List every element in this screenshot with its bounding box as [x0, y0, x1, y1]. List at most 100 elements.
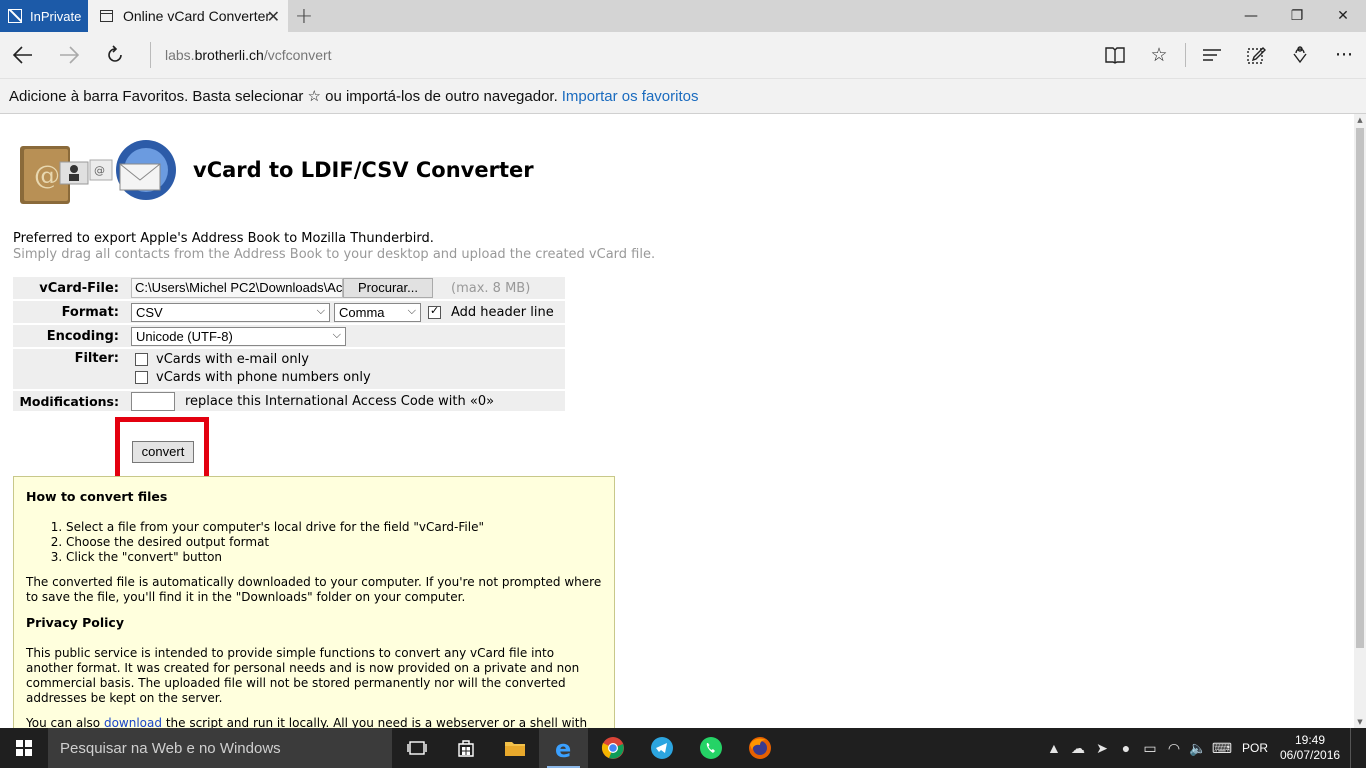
scroll-down-icon[interactable]: ▼ — [1354, 716, 1366, 728]
access-code-input[interactable] — [131, 391, 175, 411]
volume-muted-icon[interactable]: 🔈 — [1186, 740, 1210, 757]
hub-icon[interactable] — [1190, 32, 1234, 78]
app-tray-icon[interactable]: ● — [1114, 740, 1138, 756]
whatsapp-icon[interactable] — [686, 728, 735, 768]
delimiter-select[interactable]: Comma ⌵ — [334, 302, 421, 322]
format-select[interactable]: CSV ⌵ — [131, 302, 330, 322]
format-label: Format: — [61, 304, 119, 320]
svg-text:e: e — [555, 736, 571, 760]
howto-step: Choose the desired output format — [66, 535, 602, 550]
format-select-value: CSV — [136, 304, 163, 320]
reading-view-icon[interactable] — [1093, 32, 1137, 78]
refresh-button[interactable] — [92, 32, 138, 78]
vcard-file-input[interactable]: C:\Users\Michel PC2\Downloads\Ac — [131, 278, 343, 298]
inprivate-indicator: InPrivate — [0, 0, 88, 32]
store-icon[interactable] — [441, 728, 490, 768]
share-icon[interactable] — [1278, 32, 1322, 78]
input-method-icon[interactable]: ⌨ — [1210, 740, 1234, 757]
clock[interactable]: 19:49 06/07/2016 — [1280, 733, 1340, 763]
minimize-icon[interactable]: — — [1228, 0, 1274, 32]
filter-email-option[interactable]: vCards with e-mail only — [135, 352, 309, 367]
chevron-down-icon: ⌵ — [407, 304, 416, 317]
chrome-icon[interactable] — [588, 728, 637, 768]
language-indicator[interactable]: POR — [1242, 741, 1268, 755]
favorites-hint-bar: Adicione à barra Favoritos. Basta seleci… — [0, 78, 1366, 114]
filter-email-checkbox[interactable] — [135, 353, 148, 366]
scrollbar-thumb[interactable] — [1356, 128, 1364, 648]
web-note-icon[interactable] — [1234, 32, 1278, 78]
filter-label: Filter: — [74, 351, 119, 366]
modifications-label: Modifications: — [19, 393, 119, 409]
filter-phone-option[interactable]: vCards with phone numbers only — [135, 370, 371, 385]
tab-online-vcard-converter[interactable]: Online vCard Converter ✕ — [88, 0, 288, 32]
header-line-checkbox[interactable] — [428, 304, 441, 319]
forward-arrow-icon — [60, 46, 79, 64]
new-tab-button[interactable]: + — [288, 0, 320, 32]
browse-button[interactable]: Procurar... — [343, 278, 433, 298]
download-prefix: You can also — [26, 716, 104, 728]
row-format: Format: CSV ⌵ Comma ⌵ Add header line — [13, 301, 565, 325]
google-drive-icon[interactable]: ▲ — [1042, 740, 1066, 756]
address-prefix: labs. — [165, 47, 195, 63]
how-to-box: How to convert files Select a file from … — [13, 476, 615, 728]
convert-button[interactable]: convert — [132, 441, 194, 463]
clock-time: 19:49 — [1294, 733, 1326, 747]
row-filter: Filter: vCards with e-mail only vCards w… — [13, 349, 565, 391]
download-link[interactable]: download — [104, 716, 162, 728]
power-icon[interactable]: ▭ — [1138, 740, 1162, 757]
forward-button[interactable] — [46, 32, 92, 78]
howto-paragraph-1: The converted file is automatically down… — [26, 575, 602, 604]
edge-icon[interactable]: e — [539, 728, 588, 768]
import-favorites-link[interactable]: Importar os favoritos — [562, 88, 699, 105]
restore-icon[interactable]: ❐ — [1274, 0, 1320, 32]
svg-text:@: @ — [94, 164, 105, 177]
encoding-select-value: Unicode (UTF-8) — [136, 328, 233, 344]
chevron-down-icon: ⌵ — [316, 304, 325, 317]
telegram-tray-icon[interactable]: ➤ — [1090, 740, 1114, 757]
taskbar-search[interactable]: Pesquisar na Web e no Windows — [48, 728, 392, 768]
encoding-label: Encoding: — [46, 328, 119, 344]
back-button[interactable] — [0, 32, 46, 78]
windows-taskbar: Pesquisar na Web e no Windows e ▲ ☁ ➤ ● … — [0, 728, 1366, 768]
close-window-icon[interactable]: ✕ — [1320, 0, 1366, 32]
file-explorer-icon[interactable] — [490, 728, 539, 768]
onedrive-icon[interactable]: ☁ — [1066, 740, 1090, 757]
navigation-bar: labs.brotherli.ch/vcfconvert ☆ ··· — [0, 32, 1366, 78]
toolbar-separator — [1185, 43, 1186, 67]
encoding-select[interactable]: Unicode (UTF-8) ⌵ — [131, 326, 346, 346]
modifications-text: replace this International Access Code w… — [185, 393, 495, 409]
show-desktop-button[interactable] — [1350, 728, 1366, 768]
download-paragraph: You can also download the script and run… — [26, 716, 602, 728]
telegram-icon[interactable] — [637, 728, 686, 768]
wifi-icon[interactable]: ◠ — [1162, 740, 1186, 757]
back-arrow-icon — [13, 46, 32, 64]
filter-email-label: vCards with e-mail only — [156, 352, 309, 367]
scroll-up-icon[interactable]: ▲ — [1354, 114, 1366, 126]
address-separator — [150, 42, 151, 68]
header-line-label: Add header line — [451, 304, 554, 320]
privacy-paragraph: This public service is intended to provi… — [26, 646, 580, 705]
max-size-note: (max. 8 MB) — [451, 280, 531, 296]
intro-line-2: Simply drag all contacts from the Addres… — [13, 247, 656, 262]
close-tab-icon[interactable]: ✕ — [267, 7, 280, 27]
clock-date: 06/07/2016 — [1280, 748, 1341, 762]
page-scrollbar[interactable]: ▲ ▼ — [1354, 114, 1366, 728]
tab-bar: InPrivate Online vCard Converter ✕ + — ❐… — [0, 0, 1366, 32]
more-icon[interactable]: ··· — [1322, 32, 1366, 78]
page-title: vCard to LDIF/CSV Converter — [193, 158, 534, 182]
address-path: /vcfconvert — [263, 47, 332, 63]
system-tray: ▲ ☁ ➤ ● ▭ ◠ 🔈 ⌨ POR 19:49 06/07/2016 — [1042, 728, 1366, 768]
windows-logo-icon — [16, 740, 32, 756]
address-bar[interactable]: labs.brotherli.ch/vcfconvert — [165, 47, 332, 63]
vcard-file-label: vCard-File: — [39, 280, 119, 296]
howto-step: Select a file from your computer's local… — [66, 520, 602, 535]
intro-line-1: Preferred to export Apple's Address Book… — [13, 231, 434, 246]
firefox-icon[interactable] — [735, 728, 784, 768]
inprivate-label: InPrivate — [30, 8, 82, 24]
app-logo-icon: @ @ — [20, 140, 176, 204]
start-button[interactable] — [0, 728, 48, 768]
task-view-icon[interactable] — [392, 728, 441, 768]
howto-step: Click the "convert" button — [66, 550, 602, 565]
filter-phone-checkbox[interactable] — [135, 371, 148, 384]
favorite-star-icon[interactable]: ☆ — [1137, 32, 1181, 78]
